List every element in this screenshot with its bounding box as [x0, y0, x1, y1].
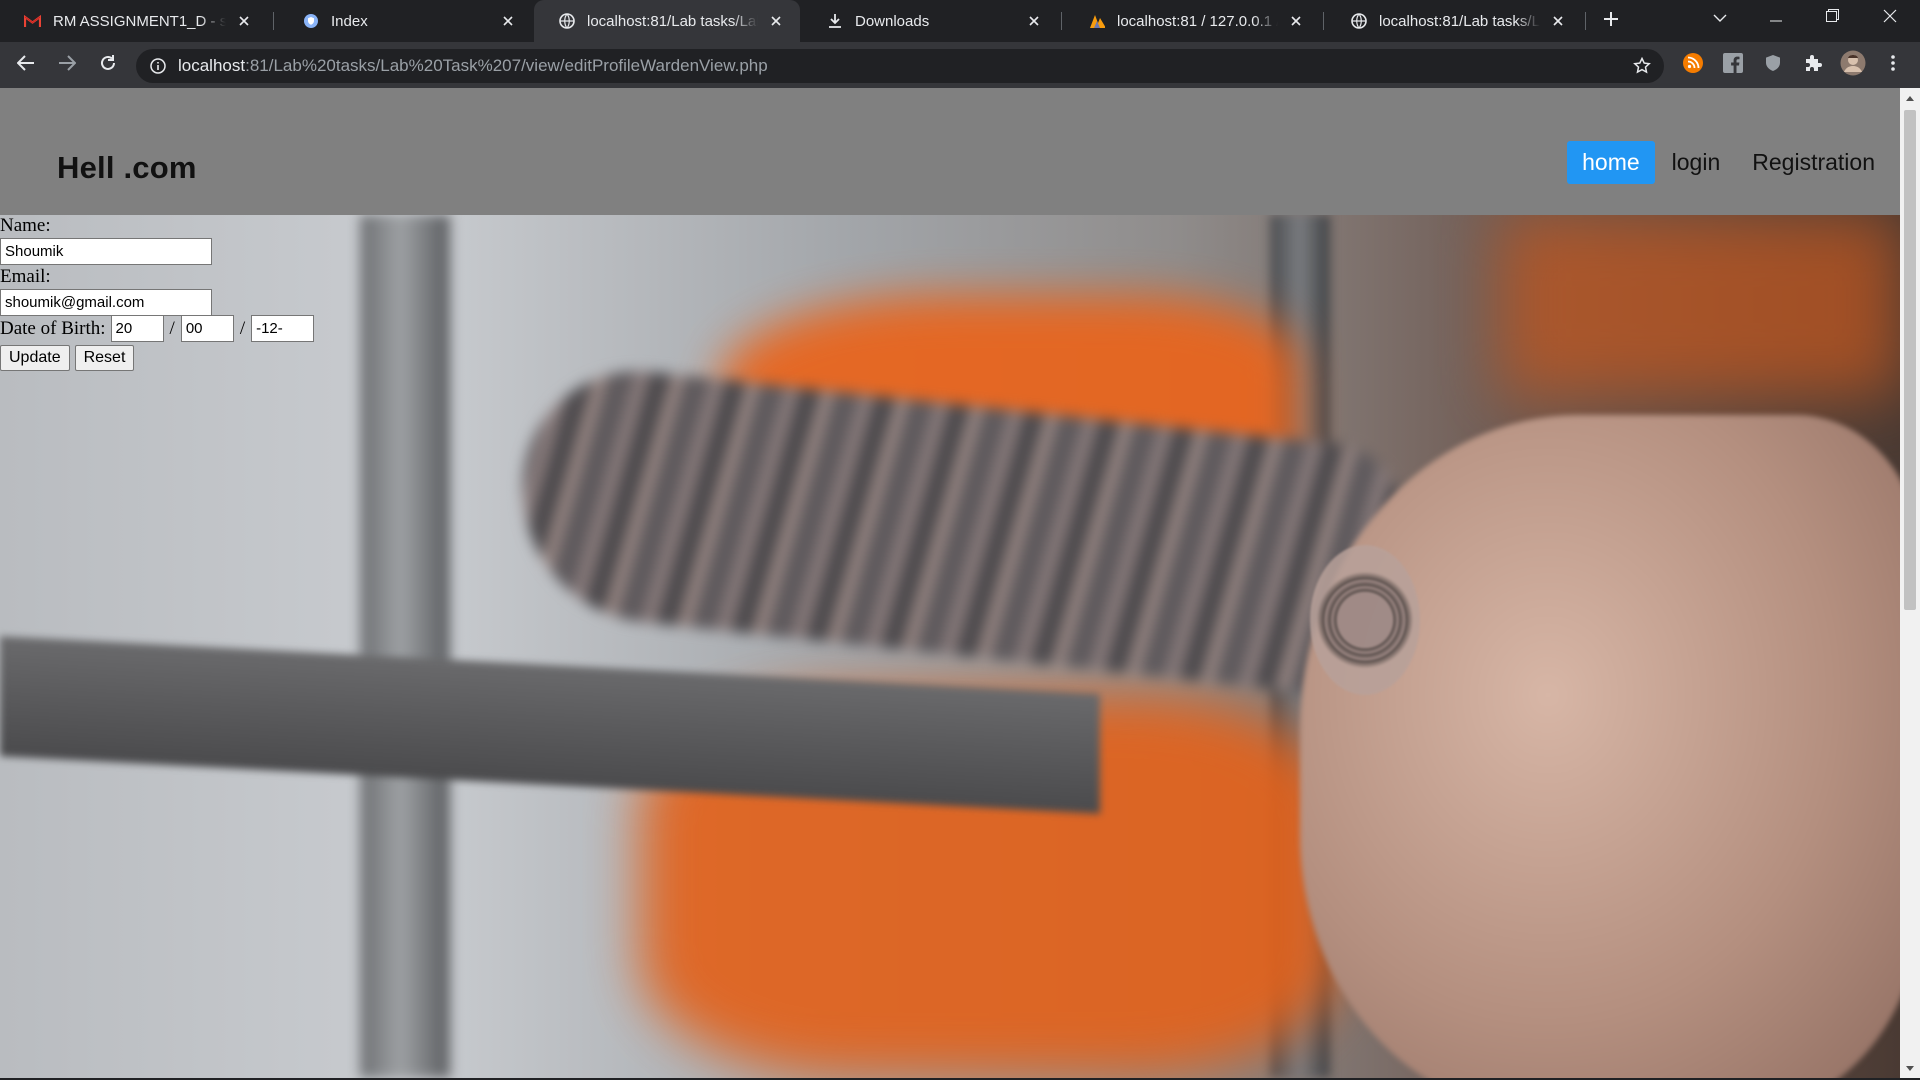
- close-icon[interactable]: [766, 11, 786, 31]
- reload-icon: [99, 54, 117, 77]
- dob-day-input[interactable]: [110, 315, 164, 342]
- tab-separator: [1061, 12, 1062, 30]
- background-photo: [0, 215, 1900, 1078]
- extension-facebook-button[interactable]: [1720, 52, 1746, 78]
- site-logo: Hell .com: [57, 150, 197, 185]
- scroll-up-icon[interactable]: [1904, 92, 1916, 104]
- reload-button[interactable]: [92, 49, 124, 81]
- bookmark-star-icon[interactable]: [1630, 54, 1654, 78]
- tab-lab-task-2[interactable]: localhost:81/Lab tasks/Lab Task 7: [1326, 0, 1582, 42]
- photo-hand: [1300, 415, 1900, 1078]
- extension-shield-button[interactable]: [1760, 52, 1786, 78]
- puzzle-icon: [1803, 53, 1823, 78]
- tab-title: Index: [331, 12, 368, 30]
- tab-downloads[interactable]: Downloads: [802, 0, 1058, 42]
- nav-home-link[interactable]: home: [1567, 141, 1655, 184]
- site-header: Hell .com home login Registration: [0, 88, 1900, 215]
- photo-orange-corner: [1500, 215, 1900, 395]
- dob-label: Date of Birth:: [0, 317, 106, 339]
- url-text: localhost:81/Lab%20tasks/Lab%20Task%207/…: [178, 56, 768, 76]
- chevron-down-icon: [1713, 9, 1727, 27]
- email-label: Email:: [0, 266, 51, 287]
- facebook-icon: [1723, 52, 1743, 78]
- shield-globe-icon: [302, 13, 319, 30]
- tab-separator: [273, 12, 274, 30]
- page-scrollbar[interactable]: [1900, 88, 1920, 1078]
- info-icon[interactable]: [148, 56, 168, 76]
- tab-separator: [1585, 12, 1586, 30]
- close-icon[interactable]: [1286, 11, 1306, 31]
- tab-phpmyadmin[interactable]: localhost:81 / 127.0.0.1 / wardens: [1064, 0, 1320, 42]
- close-icon: [1883, 9, 1897, 28]
- page-viewport: Hell .com home login Registration Name: …: [0, 88, 1900, 1078]
- browser-toolbar: localhost:81/Lab%20tasks/Lab%20Task%207/…: [0, 42, 1920, 88]
- close-icon[interactable]: [234, 11, 254, 31]
- new-tab-button[interactable]: [1597, 7, 1625, 35]
- extension-rss-button[interactable]: [1680, 52, 1706, 78]
- download-icon: [826, 13, 843, 30]
- email-input[interactable]: [0, 289, 212, 316]
- minimize-icon: [1770, 9, 1782, 27]
- tab-search-button[interactable]: [1692, 0, 1748, 36]
- window-close-button[interactable]: [1862, 0, 1918, 36]
- shield-icon: [1765, 54, 1781, 77]
- address-bar[interactable]: localhost:81/Lab%20tasks/Lab%20Task%207/…: [136, 49, 1664, 83]
- avatar-icon: [1840, 50, 1866, 81]
- photo-finger-tattoo: [1310, 545, 1420, 695]
- chrome-menu-button[interactable]: [1880, 52, 1906, 78]
- profile-avatar[interactable]: [1840, 50, 1866, 81]
- gmail-icon: [24, 13, 41, 30]
- forward-button[interactable]: [51, 49, 83, 81]
- minimize-button[interactable]: [1748, 0, 1804, 36]
- tab-title: localhost:81 / 127.0.0.1 / wardens: [1117, 12, 1278, 30]
- tab-title: localhost:81/Lab tasks/Lab Task 7: [587, 12, 758, 30]
- plus-icon: [1603, 11, 1619, 32]
- dob-separator: /: [169, 317, 175, 339]
- arrow-right-icon: [58, 54, 77, 76]
- tab-title: RM ASSIGNMENT1_D - shoumik: [53, 12, 226, 30]
- back-button[interactable]: [10, 49, 42, 81]
- tab-separator: [1323, 12, 1324, 30]
- url-path: :81/Lab%20tasks/Lab%20Task%207/view/edit…: [245, 56, 768, 75]
- tab-title: localhost:81/Lab tasks/Lab Task 7: [1379, 12, 1540, 30]
- arrow-left-icon: [16, 54, 35, 76]
- scrollbar-thumb[interactable]: [1904, 110, 1916, 610]
- url-host: localhost: [178, 56, 246, 75]
- reset-button[interactable]: Reset: [74, 345, 135, 371]
- globe-icon: [1350, 13, 1367, 30]
- name-label: Name:: [0, 215, 51, 236]
- scroll-down-icon[interactable]: [1904, 1062, 1916, 1074]
- rss-icon: [1682, 52, 1704, 79]
- close-icon[interactable]: [1548, 11, 1568, 31]
- tab-lab-task-active[interactable]: localhost:81/Lab tasks/Lab Task 7: [534, 0, 800, 42]
- nav-registration-link[interactable]: Registration: [1737, 141, 1890, 184]
- name-input[interactable]: [0, 238, 212, 265]
- dob-month-input[interactable]: [180, 315, 234, 342]
- update-button[interactable]: Update: [0, 345, 70, 371]
- more-vertical-icon: [1891, 54, 1895, 76]
- dob-separator: /: [239, 317, 246, 339]
- phpmyadmin-icon: [1088, 13, 1105, 30]
- close-icon[interactable]: [1024, 11, 1044, 31]
- tab-gmail[interactable]: RM ASSIGNMENT1_D - shoumik: [0, 0, 268, 42]
- site-nav: home login Registration: [1565, 141, 1890, 184]
- tab-title: Downloads: [855, 12, 930, 30]
- nav-login-link[interactable]: login: [1657, 141, 1736, 184]
- tab-strip: RM ASSIGNMENT1_D - shoumik Index localho…: [0, 0, 1920, 42]
- photo-bar-left: [360, 215, 450, 1078]
- tab-index[interactable]: Index: [278, 0, 532, 42]
- dob-year-input[interactable]: [251, 315, 315, 342]
- close-icon[interactable]: [498, 11, 518, 31]
- globe-icon: [558, 13, 575, 30]
- restore-icon: [1825, 9, 1839, 27]
- photo-shelf: [0, 636, 1100, 814]
- extensions-button[interactable]: [1800, 52, 1826, 78]
- restore-button[interactable]: [1804, 0, 1860, 36]
